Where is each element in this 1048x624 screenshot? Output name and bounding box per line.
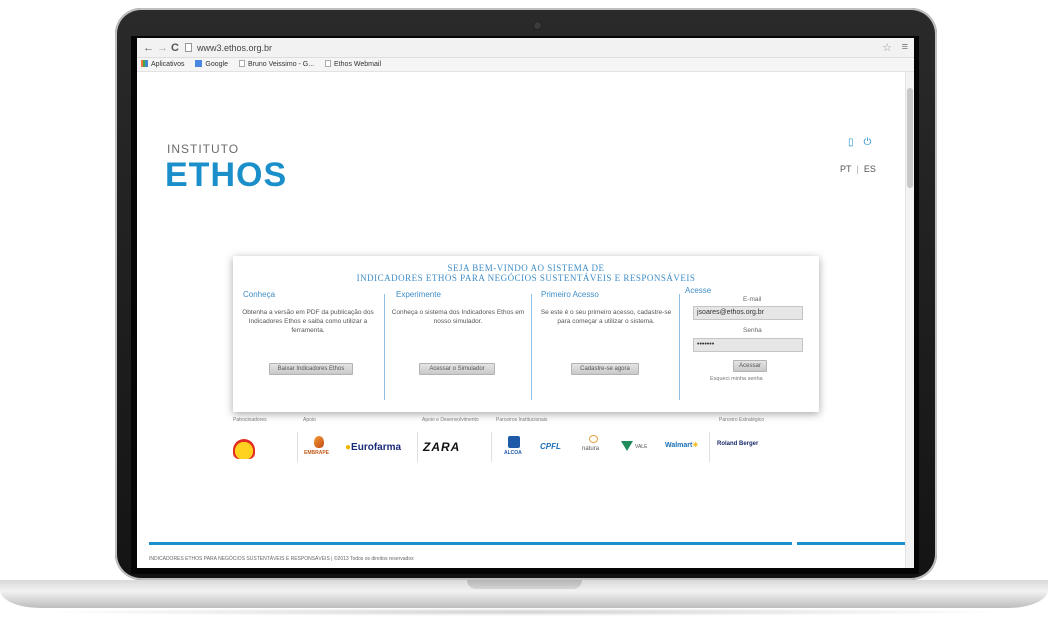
embrape-icon (314, 436, 324, 448)
sponsor-divider (709, 432, 710, 462)
bookmark-apps[interactable]: Aplicativos (141, 58, 184, 72)
camera (534, 22, 541, 29)
bookmark-google[interactable]: Google (195, 58, 228, 72)
eurofarma-logo[interactable]: ●Eurofarma (345, 442, 401, 453)
bookmark-webmail[interactable]: Ethos Webmail (325, 58, 381, 72)
page-icon (325, 60, 332, 67)
bookmark-bruno[interactable]: Bruno Veissimo - G... (238, 58, 314, 72)
walmart-logo[interactable]: Walmart✳ (665, 441, 698, 449)
logo-ethos[interactable]: ETHOS (165, 156, 287, 195)
welcome-card: SEJA BEM-VINDO AO SISTEMA DE INDICADORES… (233, 256, 819, 412)
lang-pt[interactable]: PT (840, 164, 852, 174)
page-scrollbar[interactable] (905, 72, 914, 568)
language-switcher: PT | ES (840, 164, 876, 174)
alcoa-logo[interactable]: ALCOA (504, 450, 522, 456)
shell-logo[interactable] (233, 439, 255, 459)
apps-icon (141, 60, 148, 67)
footer-text: INDICADORES ETHOS PARA NEGÓCIOS SUSTENTÁ… (149, 556, 414, 562)
cpfl-logo[interactable]: CPFL (540, 442, 561, 451)
email-field[interactable]: jsoares@ethos.org.br (693, 306, 803, 320)
heading-conheca: Conheça (243, 290, 276, 299)
page-icon (238, 60, 245, 67)
stage: ← → C www3.ethos.org.br ☆ ≡ Aplicativos … (0, 0, 1048, 624)
back-icon[interactable]: ← (143, 42, 154, 54)
download-indicators-button[interactable]: Baixar Indicadores Ethos (269, 363, 353, 375)
page-icon (185, 43, 192, 52)
sponsor-divider (417, 432, 418, 462)
column-divider (384, 294, 385, 400)
natura-icon (589, 435, 598, 443)
label-apoio: Apoio (303, 417, 316, 423)
roland-berger-logo[interactable]: Roland Berger (717, 441, 758, 447)
password-label: Senha (743, 327, 762, 334)
browser-toolbar: ← → C www3.ethos.org.br ☆ ≡ (137, 38, 914, 58)
register-button[interactable]: Cadastre-se agora (571, 363, 639, 375)
url-text: www3.ethos.org.br (197, 43, 273, 53)
heading-primeiro-acesso: Primeiro Acesso (541, 290, 599, 299)
natura-logo[interactable]: natura (582, 446, 599, 452)
menu-icon[interactable]: ≡ (902, 41, 908, 53)
logo-institute: INSTITUTO (167, 142, 240, 156)
simulator-button[interactable]: Acessar o Simulador (419, 363, 495, 375)
sponsor-divider (297, 432, 298, 462)
power-icon[interactable]: ⏻ (864, 137, 872, 148)
star-icon[interactable]: ☆ (882, 41, 892, 54)
address-bar[interactable]: www3.ethos.org.br (185, 41, 885, 55)
walmart-spark-icon: ✳ (692, 442, 699, 449)
forgot-password-link[interactable]: Esqueci minha senha (710, 376, 763, 382)
column-divider (531, 294, 532, 400)
web-page: INSTITUTO ETHOS ▯ ⏻ PT | ES SEJA BEM-VINDO … (137, 72, 914, 568)
reload-icon[interactable]: C (171, 42, 179, 54)
label-parceiro-estrategico: Parceiro Estratégico (719, 417, 765, 423)
vale-icon (621, 441, 633, 451)
password-field[interactable]: ••••••• (693, 338, 803, 352)
zara-logo[interactable]: ZARA (423, 440, 460, 454)
sponsor-divider (491, 432, 492, 462)
label-parceiros-institucionais: Parceiros Institucionais (496, 417, 548, 423)
label-patrocinadores: Patrocinadores (233, 417, 267, 423)
lang-separator: | (856, 164, 859, 174)
heading-acesse: Acesse (685, 286, 712, 295)
footer-line (797, 542, 914, 545)
header-icons: ▯ ⏻ (848, 137, 881, 148)
scroll-thumb[interactable] (907, 88, 913, 188)
bookmarks-bar: Aplicativos Google Bruno Veissimo - G...… (137, 58, 914, 72)
heading-experimente: Experimente (396, 290, 441, 299)
login-button[interactable]: Acessar (733, 360, 767, 372)
text-experimente: Conheça o sistema dos Indicadores Ethos … (391, 309, 525, 325)
text-primeiro-acesso: Se este é o seu primeiro acesso, cadastr… (540, 309, 672, 325)
forward-icon[interactable]: → (157, 42, 168, 54)
card-title: SEJA BEM-VINDO AO SISTEMA DE INDICADORES… (356, 263, 696, 283)
email-label: E-mail (743, 296, 762, 303)
label-apoio-desenvolvimento: Apoio e Desenvolvimento (422, 417, 479, 423)
embrape-logo[interactable]: EMBRAPE (304, 450, 329, 456)
browser-window: ← → C www3.ethos.org.br ☆ ≡ Aplicativos … (137, 38, 914, 568)
lang-es[interactable]: ES (864, 164, 876, 174)
alcoa-icon (508, 436, 520, 448)
laptop-shadow (30, 608, 1018, 616)
vale-logo[interactable]: VALE (635, 444, 647, 450)
text-conheca: Obtenha a versão em PDF da publicação do… (242, 309, 374, 334)
laptop-notch (467, 580, 582, 589)
google-icon (195, 60, 203, 67)
column-divider (679, 294, 680, 400)
footer-line (149, 542, 792, 545)
document-icon[interactable]: ▯ (848, 137, 854, 148)
